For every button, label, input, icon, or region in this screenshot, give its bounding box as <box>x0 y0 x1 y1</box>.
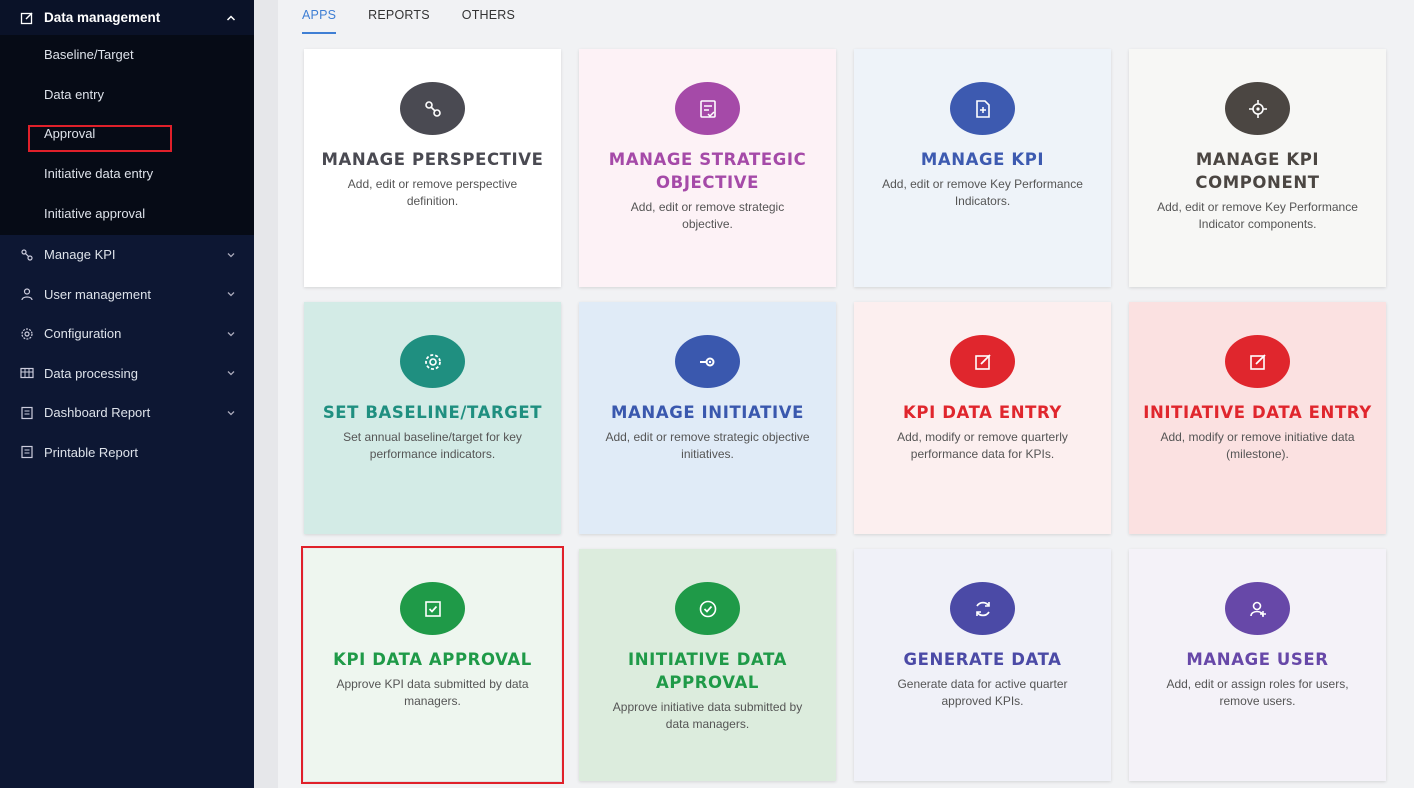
tab-apps[interactable]: APPS <box>302 0 337 34</box>
gear-icon <box>20 327 34 341</box>
sidebar-item-label: User management <box>44 286 151 302</box>
sidebar-item-label: Printable Report <box>44 444 138 460</box>
sidebar-item-manage-kpi[interactable]: Manage KPI <box>0 235 254 275</box>
card-manage-perspective[interactable]: MANAGE PERSPECTIVE Add, edit or remove p… <box>304 49 561 287</box>
card-title: MANAGE STRATEGIC OBJECTIVE <box>608 150 807 192</box>
card-title: KPI DATA APPROVAL <box>333 650 532 669</box>
card-title: GENERATE DATA <box>903 650 1062 669</box>
card-kpi-data-entry[interactable]: KPI DATA ENTRY Add, modify or remove qua… <box>854 302 1111 534</box>
subitem-label: Baseline/Target <box>44 47 134 63</box>
card-set-baseline-target[interactable]: SET BASELINE/TARGET Set annual baseline/… <box>304 302 561 534</box>
card-description: Add, edit or remove Key Performance Indi… <box>882 177 1083 208</box>
chevron-down-icon <box>226 408 236 418</box>
initiative-icon <box>675 335 740 388</box>
subitem-label: Approval <box>44 126 96 142</box>
sidebar-group-data-management[interactable]: Data management <box>0 0 254 35</box>
card-manage-strategic-objective[interactable]: MANAGE STRATEGIC OBJECTIVE Add, edit or … <box>579 49 836 287</box>
card-title: MANAGE KPI <box>920 150 1045 169</box>
sidebar-subitem-initiative-approval[interactable]: Initiative approval <box>0 193 254 233</box>
card-manage-kpi-component[interactable]: MANAGE KPI COMPONENT Add, edit or remove… <box>1129 49 1386 287</box>
sidebar-item-configuration[interactable]: Configuration <box>0 314 254 354</box>
card-description: Add, edit or remove perspective definiti… <box>347 177 518 208</box>
tab-reports[interactable]: REPORTS <box>368 0 430 34</box>
sidebar-item-label: Manage KPI <box>44 247 116 263</box>
card-generate-data[interactable]: GENERATE DATA Generate data for active q… <box>854 549 1111 781</box>
chevron-down-icon <box>226 329 236 339</box>
sidebar-item-data-processing[interactable]: Data processing <box>0 353 254 393</box>
card-description: Approve initiative data submitted by dat… <box>612 700 803 731</box>
chevron-down-icon <box>226 289 236 299</box>
sidebar-item-user-management[interactable]: User management <box>0 274 254 314</box>
subitem-label: Data entry <box>44 86 104 102</box>
card-title: MANAGE USER <box>1186 650 1329 669</box>
card-description: Add, edit or assign roles for users, rem… <box>1166 677 1349 708</box>
card-manage-user[interactable]: MANAGE USER Add, edit or assign roles fo… <box>1129 549 1386 781</box>
tab-bar: APPS REPORTS OTHERS <box>302 0 547 34</box>
sidebar-group-label: Data management <box>44 10 161 25</box>
sidebar-item-label: Data processing <box>44 365 138 381</box>
card-title: SET BASELINE/TARGET <box>322 403 543 422</box>
sidebar-subitem-data-entry[interactable]: Data entry <box>0 75 254 115</box>
user-add-icon <box>1225 582 1290 635</box>
card-title: MANAGE KPI COMPONENT <box>1195 150 1320 192</box>
card-description: Add, modify or remove initiative data (m… <box>1160 430 1355 461</box>
card-description: Add, edit or remove strategic objective … <box>605 430 810 461</box>
report-icon <box>20 406 34 420</box>
edit-icon <box>950 335 1015 388</box>
table-icon <box>20 366 34 380</box>
sidebar-item-label: Configuration <box>44 326 122 342</box>
chevron-down-icon <box>226 368 236 378</box>
card-initiative-data-entry[interactable]: INITIATIVE DATA ENTRY Add, modify or rem… <box>1129 302 1386 534</box>
card-description: Add, modify or remove quarterly performa… <box>897 430 1068 461</box>
chevron-up-icon <box>226 13 236 23</box>
refresh-icon <box>950 582 1015 635</box>
target-icon <box>1225 82 1290 135</box>
sidebar-item-dashboard-report[interactable]: Dashboard Report <box>0 393 254 433</box>
gear-icon <box>400 335 465 388</box>
card-description: Add, edit or remove strategic objective. <box>630 200 785 231</box>
user-icon <box>20 287 34 301</box>
edit-icon <box>1225 335 1290 388</box>
sidebar-submenu: Baseline/Target Data entry Approval Init… <box>0 35 254 235</box>
card-title: MANAGE INITIATIVE <box>611 403 804 422</box>
card-description: Set annual baseline/target for key perfo… <box>343 430 522 461</box>
sidebar-divider <box>254 0 278 788</box>
card-manage-kpi[interactable]: MANAGE KPI Add, edit or remove Key Perfo… <box>854 49 1111 287</box>
perspective-icon <box>400 82 465 135</box>
card-initiative-data-approval[interactable]: INITIATIVE DATA APPROVAL Approve initiat… <box>579 549 836 781</box>
sidebar-item-label: Dashboard Report <box>44 405 151 421</box>
card-manage-initiative[interactable]: MANAGE INITIATIVE Add, edit or remove st… <box>579 302 836 534</box>
kpi-doc-icon <box>950 82 1015 135</box>
check-square-icon <box>400 582 465 635</box>
card-title: INITIATIVE DATA ENTRY <box>1143 403 1372 422</box>
sidebar-subitem-baseline-target[interactable]: Baseline/Target <box>0 35 254 75</box>
card-description: Generate data for active quarter approve… <box>897 677 1068 708</box>
subitem-label: Initiative data entry <box>44 166 154 182</box>
card-title: MANAGE PERSPECTIVE <box>321 150 544 169</box>
chevron-down-icon <box>226 250 236 260</box>
sidebar-subitem-initiative-data-entry[interactable]: Initiative data entry <box>0 154 254 194</box>
card-description: Add, edit or remove Key Performance Indi… <box>1157 200 1358 231</box>
tab-others[interactable]: OTHERS <box>462 0 515 34</box>
edit-square-icon <box>20 11 34 25</box>
sidebar: Data management Baseline/Target Data ent… <box>0 0 254 788</box>
card-title: INITIATIVE DATA APPROVAL <box>627 650 788 692</box>
report-icon <box>20 445 34 459</box>
subitem-label: Initiative approval <box>44 205 146 221</box>
sidebar-subitem-approval[interactable]: Approval <box>0 114 254 154</box>
card-kpi-data-approval[interactable]: KPI DATA APPROVAL Approve KPI data submi… <box>304 549 561 781</box>
sidebar-item-printable-report[interactable]: Printable Report <box>0 432 254 472</box>
objective-icon <box>675 82 740 135</box>
card-description: Approve KPI data submitted by data manag… <box>336 677 529 708</box>
check-circle-icon <box>675 582 740 635</box>
kpi-icon <box>20 248 34 262</box>
card-title: KPI DATA ENTRY <box>903 403 1062 422</box>
